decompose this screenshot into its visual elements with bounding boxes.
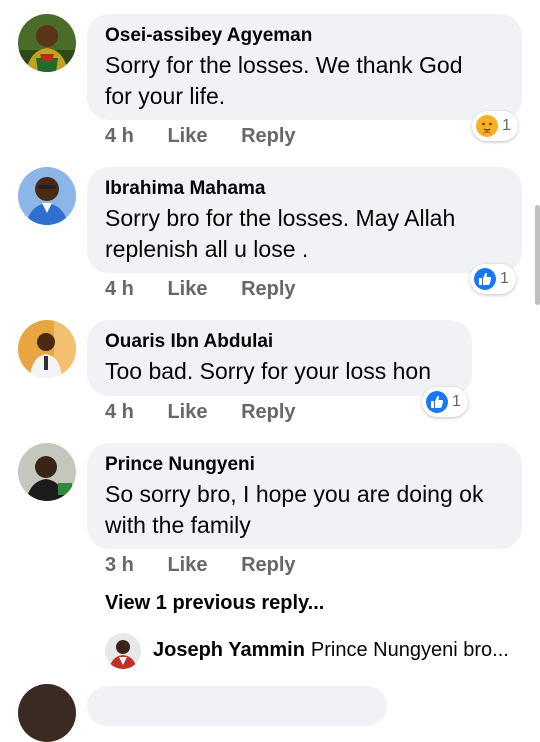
comment-bubble: Ouaris Ibn Abdulai Too bad. Sorry for yo… xyxy=(87,320,472,396)
comment-text-line: So sorry bro, I hope you are doing ok xyxy=(105,481,484,507)
reaction-count-label: 1 xyxy=(502,117,511,134)
comment-author[interactable]: Prince Nungyeni xyxy=(105,453,504,477)
reaction-count[interactable]: 1 xyxy=(422,387,468,417)
reply-button[interactable]: Reply xyxy=(241,554,295,577)
comment-timestamp[interactable]: 3 h xyxy=(105,554,134,577)
reaction-count[interactable]: 1 xyxy=(470,264,516,294)
comment-actions: 4 h Like Reply xyxy=(105,401,296,424)
comment-author[interactable]: Osei-assibey Agyeman xyxy=(105,24,504,48)
comment-timestamp[interactable]: 4 h xyxy=(105,401,134,424)
reply-button[interactable]: Reply xyxy=(241,125,295,148)
reply-preview[interactable]: Joseph Yammin Prince Nungyeni bro... xyxy=(105,633,540,673)
reply-preview-line: Joseph Yammin Prince Nungyeni bro... xyxy=(153,639,509,662)
comment-author[interactable]: Ouaris Ibn Abdulai xyxy=(105,330,454,354)
reply-text: Prince Nungyeni bro... xyxy=(310,639,509,661)
comment-text-line: Too bad. Sorry for your loss hon xyxy=(105,358,431,384)
scrollbar-thumb[interactable] xyxy=(535,205,540,305)
reply-author[interactable]: Joseph Yammin xyxy=(153,639,305,661)
like-thumb-icon xyxy=(474,268,496,290)
reply-button[interactable]: Reply xyxy=(241,401,295,424)
avatar[interactable] xyxy=(18,167,76,225)
like-button[interactable]: Like xyxy=(167,554,207,577)
comment-text-line: for your life. xyxy=(105,83,226,109)
care-emoji-icon xyxy=(476,115,498,137)
comment-timestamp[interactable]: 4 h xyxy=(105,278,134,301)
avatar[interactable] xyxy=(18,443,76,501)
like-thumb-icon xyxy=(426,391,448,413)
comment-author[interactable]: Ibrahima Mahama xyxy=(105,177,504,201)
comment-bubble xyxy=(87,686,387,726)
comment-bubble: Osei-assibey Agyeman Sorry for the losse… xyxy=(87,14,522,120)
reaction-count-label: 1 xyxy=(452,393,461,410)
comment-timestamp[interactable]: 4 h xyxy=(105,125,134,148)
like-button[interactable]: Like xyxy=(167,278,207,301)
comment-text-line: replenish all u lose . xyxy=(105,236,309,262)
avatar[interactable] xyxy=(18,684,76,742)
comment-bubble: Prince Nungyeni So sorry bro, I hope you… xyxy=(87,443,522,549)
comment-text-line: with the family xyxy=(105,512,251,538)
like-button[interactable]: Like xyxy=(167,125,207,148)
like-button[interactable]: Like xyxy=(167,401,207,424)
view-previous-replies-link[interactable]: View 1 previous reply... xyxy=(105,592,324,615)
comment-text-line: Sorry for the losses. We thank God xyxy=(105,52,463,78)
avatar[interactable] xyxy=(18,14,76,72)
reaction-count[interactable]: 1 xyxy=(472,111,518,141)
avatar[interactable] xyxy=(105,633,141,669)
reply-button[interactable]: Reply xyxy=(241,278,295,301)
comment-actions: 3 h Like Reply xyxy=(105,554,296,577)
avatar[interactable] xyxy=(18,320,76,378)
comment-actions: 4 h Like Reply xyxy=(105,278,296,301)
reaction-count-label: 1 xyxy=(500,270,509,287)
comment-actions: 4 h Like Reply xyxy=(105,125,296,148)
comment-text-line: Sorry bro for the losses. May Allah xyxy=(105,205,456,231)
comment-bubble: Ibrahima Mahama Sorry bro for the losses… xyxy=(87,167,522,273)
